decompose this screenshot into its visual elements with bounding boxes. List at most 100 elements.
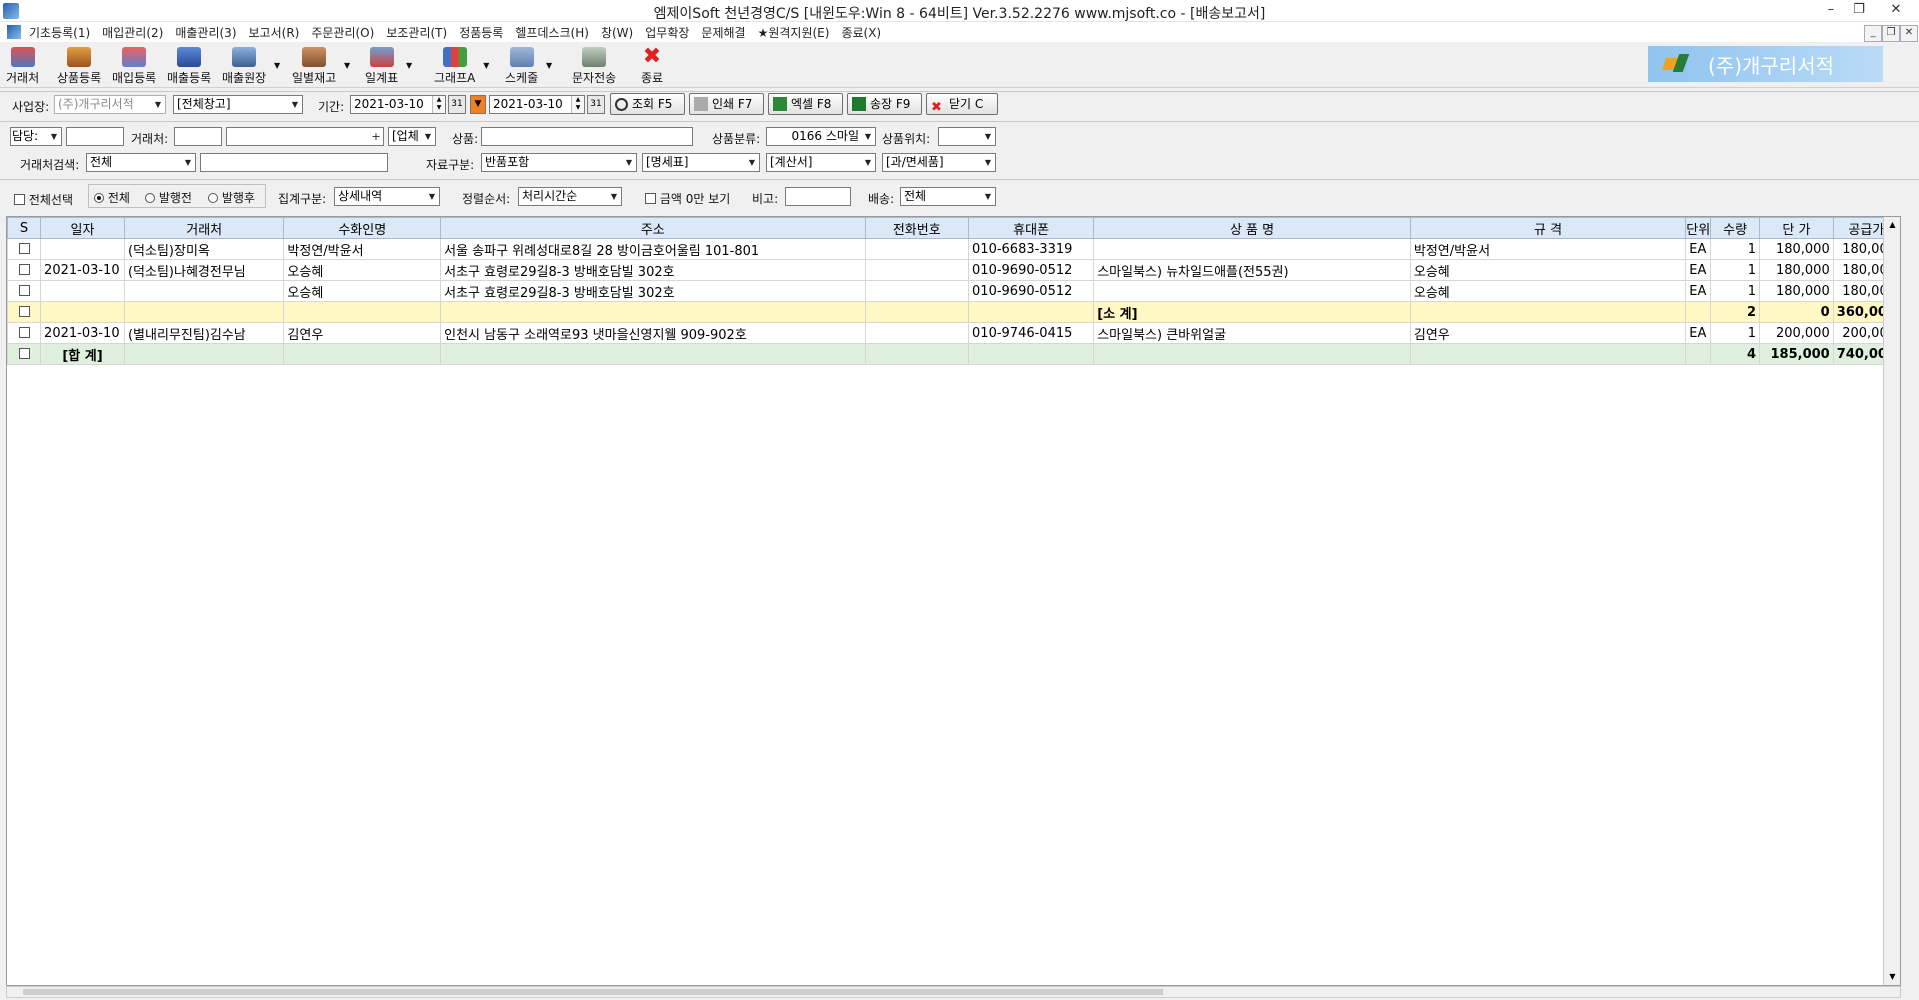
mdi-minimize-button[interactable]: _: [1864, 25, 1882, 42]
close-window-button[interactable]: ✕: [1876, 1, 1916, 19]
menu-basic-registration[interactable]: 기초등록(1): [29, 24, 90, 41]
toolbar-sales-ledger-button[interactable]: 매출원장 ▼: [222, 47, 280, 86]
row-checkbox-cell[interactable]: [7, 301, 42, 323]
menu-auxiliary[interactable]: 보조관리(T): [386, 24, 447, 41]
menu-report[interactable]: 보고서(R): [249, 24, 300, 41]
checkbox[interactable]: [14, 194, 25, 205]
dropdown-arrow-icon[interactable]: ▼: [483, 61, 489, 70]
row-checkbox[interactable]: [18, 326, 30, 338]
client-type-select[interactable]: [업체 ▼: [388, 127, 436, 146]
col-header-unit[interactable]: 단위: [1685, 217, 1712, 239]
mdi-restore-button[interactable]: ❐: [1882, 25, 1900, 42]
product-input[interactable]: [481, 127, 693, 146]
scroll-down-icon[interactable]: ▼: [1884, 969, 1900, 985]
sort-select[interactable]: 처리시간순 ▼: [518, 187, 622, 206]
toolbar-product-button[interactable]: 상품등록: [57, 47, 101, 86]
row-checkbox[interactable]: [18, 305, 30, 317]
client-name-input[interactable]: +: [226, 127, 384, 146]
col-header-receiver[interactable]: 수화인명: [283, 217, 442, 239]
plus-icon[interactable]: +: [369, 128, 383, 145]
calendar-from-button[interactable]: 31: [448, 95, 466, 114]
calendar-to-button[interactable]: 31: [587, 95, 605, 114]
location-select[interactable]: ▼: [938, 127, 996, 146]
table-row[interactable]: 오승혜 서초구 효령로29길8-3 방배호담빌 302호 010-9690-05…: [7, 280, 1900, 302]
menu-exit[interactable]: 종료(X): [841, 24, 881, 41]
dropdown-arrow-icon[interactable]: ▼: [274, 61, 280, 70]
minimize-button[interactable]: –: [1818, 1, 1844, 19]
col-header-address[interactable]: 주소: [440, 217, 866, 239]
tax-type-select[interactable]: [과/면세품] ▼: [882, 153, 996, 172]
table-row[interactable]: 2021-03-10 (덕소팀)나혜경전무님 오승혜 서초구 효령로29길8-3…: [7, 259, 1900, 281]
date-arrow-button[interactable]: ▼: [470, 95, 486, 114]
table-row[interactable]: (덕소팀)장미옥 박정연/박윤서 서울 송파구 위례성대로8길 28 방이금호어…: [7, 238, 1900, 260]
vertical-scrollbar[interactable]: ▲ ▼: [1883, 217, 1900, 985]
row-checkbox-cell[interactable]: [7, 259, 42, 281]
radio-button[interactable]: [94, 193, 104, 203]
scroll-thumb[interactable]: [23, 989, 1163, 995]
row-checkbox[interactable]: [18, 284, 30, 296]
client-search-input[interactable]: [200, 153, 388, 172]
restore-button[interactable]: ❐: [1846, 1, 1872, 19]
warehouse-select[interactable]: [전체창고] ▼: [173, 95, 303, 114]
row-checkbox-cell[interactable]: [7, 238, 42, 260]
date-from-input[interactable]: 2021-03-10 ▲ ▼: [350, 95, 446, 114]
data-type-select[interactable]: 반품포함 ▼: [481, 153, 637, 172]
menu-window[interactable]: 창(W): [601, 24, 633, 41]
col-header-mobile[interactable]: 휴대폰: [968, 217, 1095, 239]
toolbar-schedule-button[interactable]: 스케줄 ▼: [505, 47, 552, 86]
radio-all[interactable]: 전체: [94, 189, 130, 206]
radio-before[interactable]: 발행전: [145, 189, 192, 206]
toolbar-purchase-button[interactable]: 매입등록: [112, 47, 156, 86]
manager-select[interactable]: 담당: ▼: [10, 127, 62, 146]
col-header-date[interactable]: 일자: [40, 217, 125, 239]
toolbar-daily-stock-button[interactable]: 일별재고 ▼: [292, 47, 350, 86]
toolbar-sms-button[interactable]: 문자전송: [572, 47, 616, 86]
total-row[interactable]: [합 계] 4 185,000 740,000: [7, 343, 1900, 365]
row-checkbox-cell[interactable]: [7, 343, 42, 365]
zero-amount-checkbox[interactable]: 금액 0만 보기: [645, 190, 730, 207]
col-header-price[interactable]: 단 가: [1759, 217, 1834, 239]
category-select[interactable]: 0166 스마일 ▼: [766, 127, 876, 146]
close-button[interactable]: ✖ 닫기 C: [926, 93, 998, 115]
row-checkbox[interactable]: [18, 242, 30, 254]
menu-helpdesk[interactable]: 헬프데스크(H): [515, 24, 589, 41]
tax-invoice-select[interactable]: [계산서] ▼: [766, 153, 876, 172]
select-all-checkbox[interactable]: 전체선택: [14, 191, 73, 208]
remark-input[interactable]: [785, 187, 851, 206]
agg-select[interactable]: 상세내역 ▼: [334, 187, 440, 206]
menu-purchase[interactable]: 매입관리(2): [102, 24, 163, 41]
client-code-input[interactable]: [174, 127, 222, 146]
manager-input[interactable]: [66, 127, 124, 146]
excel-button[interactable]: 엑셀 F8: [768, 93, 843, 115]
mdi-close-button[interactable]: ✕: [1900, 25, 1918, 42]
scroll-up-icon[interactable]: ▲: [1884, 217, 1900, 233]
subtotal-row[interactable]: [소 계] 2 0 360,000: [7, 301, 1900, 323]
spin-icon[interactable]: ▲ ▼: [432, 96, 445, 113]
menu-extension[interactable]: 업무확장: [645, 24, 689, 41]
delivery-select[interactable]: 전체 ▼: [900, 187, 996, 206]
horizontal-scrollbar[interactable]: [6, 986, 1901, 998]
menu-order[interactable]: 주문관리(O): [311, 24, 374, 41]
table-row[interactable]: 2021-03-10 (별내리무진팀)김수남 김연우 인천시 남동구 소래역로9…: [7, 322, 1900, 344]
toolbar-exit-button[interactable]: ✖ 종료: [640, 46, 664, 86]
toolbar-graph-button[interactable]: 그래프A ▼: [434, 47, 489, 86]
row-checkbox[interactable]: [18, 263, 30, 275]
print-button[interactable]: 인쇄 F7: [689, 93, 764, 115]
invoice-button[interactable]: 송장 F9: [847, 93, 922, 115]
toolbar-daily-report-button[interactable]: 일계표 ▼: [365, 47, 412, 86]
client-search-select[interactable]: 전체 ▼: [86, 153, 196, 172]
search-button[interactable]: 조회 F5: [610, 93, 685, 115]
col-header-phone[interactable]: 전화번호: [864, 217, 970, 239]
menu-license[interactable]: 정품등록: [459, 24, 503, 41]
menu-troubleshoot[interactable]: 문제해결: [701, 24, 745, 41]
menu-sales[interactable]: 매출관리(3): [175, 24, 236, 41]
business-select[interactable]: (주)개구리서적 ▼: [54, 95, 166, 114]
col-header-select[interactable]: S: [7, 217, 42, 239]
dropdown-arrow-icon[interactable]: ▼: [546, 61, 552, 70]
menu-remote-support[interactable]: ★원격지원(E): [758, 24, 830, 41]
radio-button[interactable]: [208, 193, 218, 203]
statement-select[interactable]: [명세표] ▼: [642, 153, 760, 172]
col-header-spec[interactable]: 규 격: [1409, 217, 1687, 239]
checkbox[interactable]: [645, 193, 656, 204]
col-header-client[interactable]: 거래처: [123, 217, 285, 239]
